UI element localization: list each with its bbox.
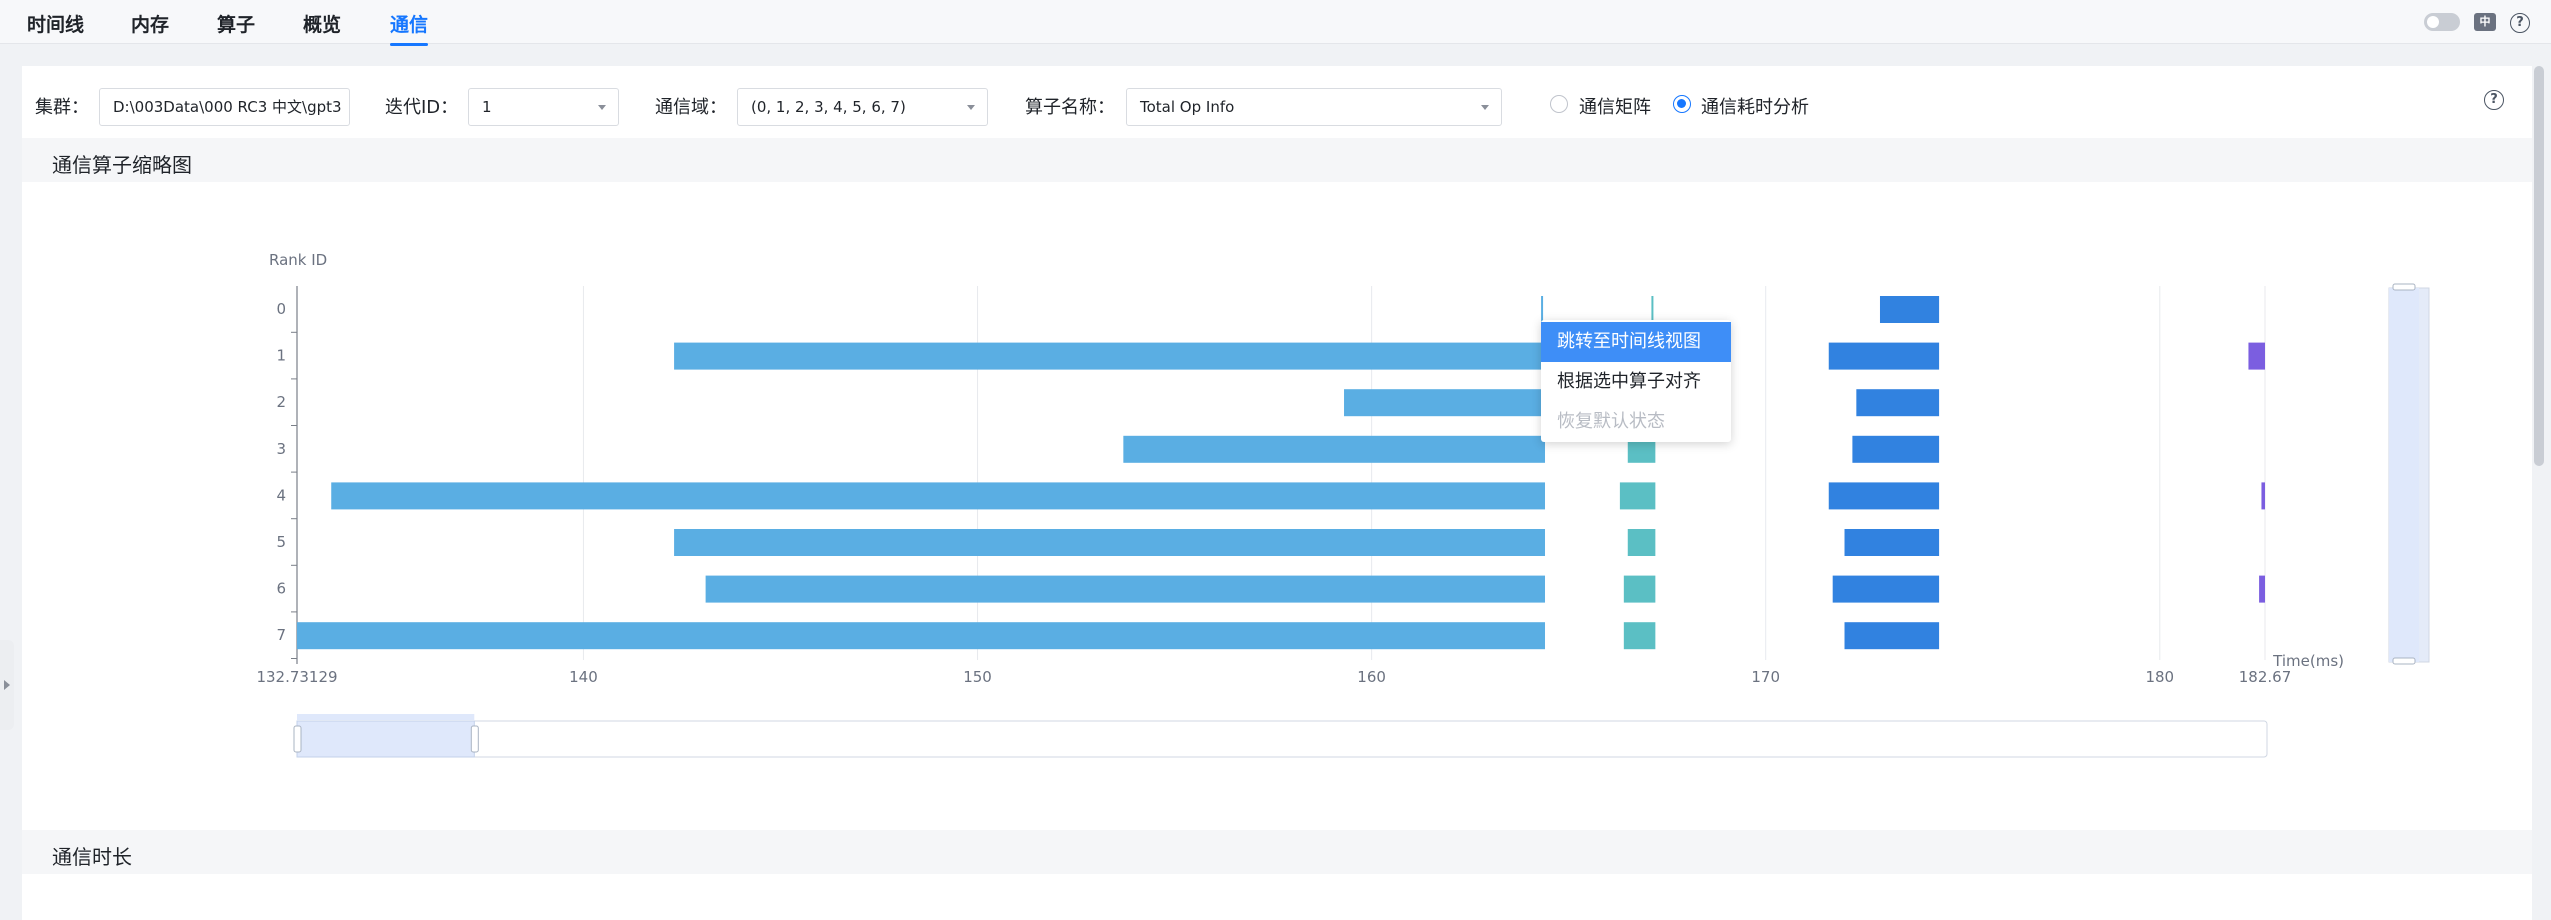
x-tick-label: 132.73129 xyxy=(256,668,337,686)
operator-bar[interactable] xyxy=(1879,296,1940,323)
operator-bar[interactable] xyxy=(1623,622,1656,650)
operator-bar[interactable] xyxy=(705,575,1546,603)
duration-section-header: 通信时长 xyxy=(22,830,2532,874)
zoom-handle-right[interactable] xyxy=(470,725,479,753)
sidebar-expand-arrow-icon[interactable] xyxy=(0,640,14,730)
y-tick-label: 7 xyxy=(276,626,286,644)
y-tick-label: 2 xyxy=(276,393,286,411)
operator-bar[interactable] xyxy=(674,342,1546,370)
operator-bar[interactable] xyxy=(1828,482,1940,510)
tab-overview[interactable]: 概览 xyxy=(303,10,341,37)
operator-bar[interactable] xyxy=(1619,482,1656,510)
x-tick-label: 140 xyxy=(569,668,598,686)
menu-item-align-selected-operator[interactable]: 根据选中算子对齐 xyxy=(1541,362,1731,402)
x-tick-label: 160 xyxy=(1357,668,1386,686)
communication-panel: 集群： D:\003Data\000 RC3 中文\gpt3 迭代ID： 1 通… xyxy=(22,66,2532,920)
operator-bar[interactable] xyxy=(1541,296,1544,323)
x-tick-label: 182.67 xyxy=(2239,668,2292,686)
operator-bar[interactable] xyxy=(296,622,1546,650)
help-icon[interactable]: ? xyxy=(2510,13,2530,33)
operator-bar[interactable] xyxy=(331,482,1546,510)
vertical-zoom-window[interactable] xyxy=(2389,288,2419,662)
toggle-switch-icon[interactable] xyxy=(2424,13,2460,31)
tab-operator[interactable]: 算子 xyxy=(217,10,255,37)
x-tick-label: 170 xyxy=(1751,668,1780,686)
y-tick-label: 0 xyxy=(276,300,286,318)
operator-bar[interactable] xyxy=(1852,435,1940,463)
x-tick-label: 180 xyxy=(2145,668,2174,686)
x-tick-label: 150 xyxy=(963,668,992,686)
y-tick-label: 3 xyxy=(276,440,286,458)
horizontal-zoom-slider[interactable] xyxy=(296,720,2268,758)
operator-bar[interactable] xyxy=(674,529,1546,556)
operator-bar[interactable] xyxy=(1627,529,1656,556)
operator-bar[interactable] xyxy=(1344,389,1546,417)
operator-bar[interactable] xyxy=(1844,529,1940,556)
y-tick-label: 5 xyxy=(276,533,286,551)
menu-item-jump-to-timeline[interactable]: 跳转至时间线视图 xyxy=(1541,322,1731,362)
operator-bar[interactable] xyxy=(2261,482,2265,510)
operator-bar[interactable] xyxy=(1844,622,1940,650)
horizontal-zoom-window[interactable] xyxy=(296,720,475,758)
zoom-handle-left[interactable] xyxy=(293,725,302,753)
operator-bar[interactable] xyxy=(1651,296,1654,323)
comm-operator-thumbnail-chart[interactable]: Rank ID 0 1 2 3 4 5 6 7 132.73129 140 150 160 170 180 1… xyxy=(22,66,2532,766)
operator-bar[interactable] xyxy=(1832,575,1940,603)
operator-bar[interactable] xyxy=(2259,575,2265,603)
operator-bar[interactable] xyxy=(1123,435,1546,463)
x-axis-title: Time(ms) xyxy=(2272,652,2344,670)
vertical-zoom-handle-top[interactable] xyxy=(2392,283,2416,291)
tab-memory[interactable]: 内存 xyxy=(131,10,169,37)
menu-item-restore-default[interactable]: 恢复默认状态 xyxy=(1541,402,1731,442)
tab-timeline[interactable]: 时间线 xyxy=(27,10,84,37)
top-tab-bar: 时间线 内存 算子 概览 通信 中 ? xyxy=(0,0,2551,46)
y-axis-title: Rank ID xyxy=(269,251,327,269)
tab-communication[interactable]: 通信 xyxy=(390,10,429,46)
y-tick-label: 6 xyxy=(276,580,286,598)
zoom-window-top-band xyxy=(297,714,475,720)
language-switch-icon[interactable]: 中 xyxy=(2474,13,2496,31)
y-tick-label: 1 xyxy=(276,347,286,365)
context-menu: 跳转至时间线视图 根据选中算子对齐 恢复默认状态 xyxy=(1541,320,1731,442)
duration-section-title: 通信时长 xyxy=(52,845,132,869)
operator-bar[interactable] xyxy=(1623,575,1656,603)
operator-bar[interactable] xyxy=(1856,389,1940,417)
y-tick-label: 4 xyxy=(276,486,286,504)
vertical-scrollbar[interactable] xyxy=(2534,66,2544,466)
vertical-zoom-handle-bottom[interactable] xyxy=(2392,657,2416,665)
operator-bar[interactable] xyxy=(1828,342,1940,370)
operator-bar[interactable] xyxy=(2248,342,2265,370)
